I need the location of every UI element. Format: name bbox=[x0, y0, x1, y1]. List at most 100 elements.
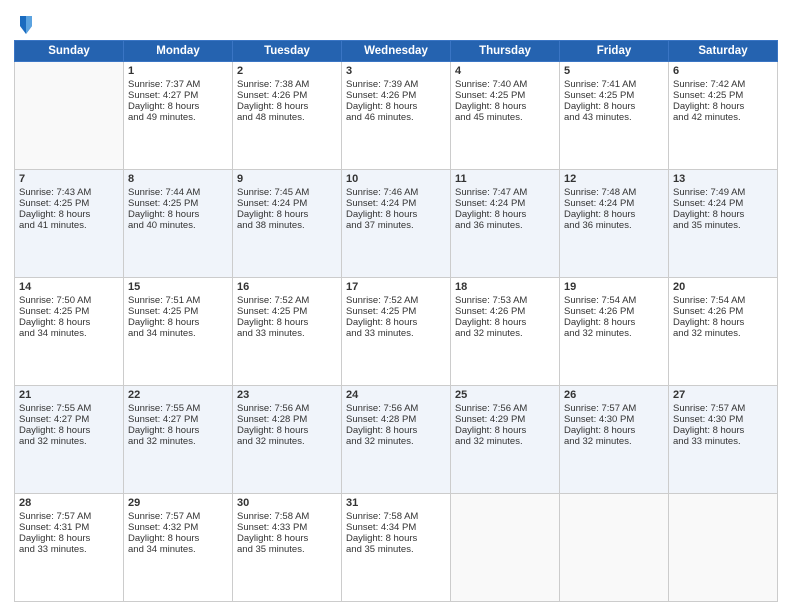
day-info-line: Sunrise: 7:57 AM bbox=[19, 511, 119, 522]
calendar-cell: 27Sunrise: 7:57 AMSunset: 4:30 PMDayligh… bbox=[669, 386, 778, 494]
header bbox=[14, 10, 778, 36]
day-info-line: Sunrise: 7:55 AM bbox=[19, 403, 119, 414]
day-info-line: Sunrise: 7:54 AM bbox=[564, 295, 664, 306]
day-info-line: Daylight: 8 hours bbox=[128, 209, 228, 220]
day-info-line: Daylight: 8 hours bbox=[128, 317, 228, 328]
calendar-cell: 6Sunrise: 7:42 AMSunset: 4:25 PMDaylight… bbox=[669, 62, 778, 170]
day-info-line: Daylight: 8 hours bbox=[237, 209, 337, 220]
weekday-header-wednesday: Wednesday bbox=[342, 41, 451, 62]
day-info-line: Sunset: 4:25 PM bbox=[128, 198, 228, 209]
day-number: 1 bbox=[128, 65, 228, 77]
day-number: 2 bbox=[237, 65, 337, 77]
calendar-cell: 28Sunrise: 7:57 AMSunset: 4:31 PMDayligh… bbox=[15, 494, 124, 602]
day-info-line: Sunset: 4:29 PM bbox=[455, 414, 555, 425]
day-info-line: Sunrise: 7:49 AM bbox=[673, 187, 773, 198]
day-number: 15 bbox=[128, 281, 228, 293]
day-info-line: Sunset: 4:26 PM bbox=[455, 306, 555, 317]
day-info-line: Sunrise: 7:52 AM bbox=[346, 295, 446, 306]
calendar-cell: 23Sunrise: 7:56 AMSunset: 4:28 PMDayligh… bbox=[233, 386, 342, 494]
day-info-line: Daylight: 8 hours bbox=[346, 317, 446, 328]
calendar-week-row: 14Sunrise: 7:50 AMSunset: 4:25 PMDayligh… bbox=[15, 278, 778, 386]
day-info-line: Sunset: 4:33 PM bbox=[237, 522, 337, 533]
calendar-cell bbox=[560, 494, 669, 602]
weekday-header-row: SundayMondayTuesdayWednesdayThursdayFrid… bbox=[15, 41, 778, 62]
day-info-line: and 34 minutes. bbox=[128, 328, 228, 339]
calendar-cell: 31Sunrise: 7:58 AMSunset: 4:34 PMDayligh… bbox=[342, 494, 451, 602]
day-info-line: and 35 minutes. bbox=[346, 544, 446, 555]
day-info-line: and 33 minutes. bbox=[237, 328, 337, 339]
day-info-line: Sunrise: 7:56 AM bbox=[346, 403, 446, 414]
day-info-line: Sunset: 4:28 PM bbox=[237, 414, 337, 425]
calendar-cell: 26Sunrise: 7:57 AMSunset: 4:30 PMDayligh… bbox=[560, 386, 669, 494]
day-number: 20 bbox=[673, 281, 773, 293]
day-info-line: Sunset: 4:34 PM bbox=[346, 522, 446, 533]
day-number: 30 bbox=[237, 497, 337, 509]
day-info-line: Daylight: 8 hours bbox=[346, 533, 446, 544]
day-info-line: Sunset: 4:26 PM bbox=[564, 306, 664, 317]
day-number: 23 bbox=[237, 389, 337, 401]
day-number: 26 bbox=[564, 389, 664, 401]
calendar-cell: 17Sunrise: 7:52 AMSunset: 4:25 PMDayligh… bbox=[342, 278, 451, 386]
day-info-line: Daylight: 8 hours bbox=[564, 425, 664, 436]
day-info-line: Daylight: 8 hours bbox=[237, 317, 337, 328]
day-info-line: and 32 minutes. bbox=[237, 436, 337, 447]
day-info-line: Sunrise: 7:53 AM bbox=[455, 295, 555, 306]
day-info-line: Sunset: 4:27 PM bbox=[128, 90, 228, 101]
day-number: 16 bbox=[237, 281, 337, 293]
logo-icon bbox=[16, 14, 34, 36]
day-info-line: Sunset: 4:25 PM bbox=[564, 90, 664, 101]
day-info-line: Sunset: 4:25 PM bbox=[237, 306, 337, 317]
day-info-line: and 32 minutes. bbox=[564, 328, 664, 339]
day-info-line: Sunrise: 7:57 AM bbox=[564, 403, 664, 414]
day-number: 9 bbox=[237, 173, 337, 185]
day-info-line: Daylight: 8 hours bbox=[673, 425, 773, 436]
day-info-line: Daylight: 8 hours bbox=[19, 317, 119, 328]
weekday-header-saturday: Saturday bbox=[669, 41, 778, 62]
day-info-line: Sunset: 4:26 PM bbox=[346, 90, 446, 101]
calendar-week-row: 1Sunrise: 7:37 AMSunset: 4:27 PMDaylight… bbox=[15, 62, 778, 170]
calendar-cell: 13Sunrise: 7:49 AMSunset: 4:24 PMDayligh… bbox=[669, 170, 778, 278]
calendar-cell: 22Sunrise: 7:55 AMSunset: 4:27 PMDayligh… bbox=[124, 386, 233, 494]
day-info-line: Sunrise: 7:43 AM bbox=[19, 187, 119, 198]
day-info-line: and 43 minutes. bbox=[564, 112, 664, 123]
day-info-line: Sunset: 4:25 PM bbox=[673, 90, 773, 101]
day-info-line: Sunset: 4:26 PM bbox=[673, 306, 773, 317]
day-info-line: Daylight: 8 hours bbox=[346, 101, 446, 112]
calendar-cell bbox=[15, 62, 124, 170]
day-info-line: and 33 minutes. bbox=[346, 328, 446, 339]
day-info-line: Sunrise: 7:57 AM bbox=[128, 511, 228, 522]
day-number: 27 bbox=[673, 389, 773, 401]
day-info-line: Daylight: 8 hours bbox=[128, 533, 228, 544]
day-number: 19 bbox=[564, 281, 664, 293]
day-info-line: Sunrise: 7:48 AM bbox=[564, 187, 664, 198]
day-info-line: and 45 minutes. bbox=[455, 112, 555, 123]
calendar-cell: 16Sunrise: 7:52 AMSunset: 4:25 PMDayligh… bbox=[233, 278, 342, 386]
day-info-line: Sunrise: 7:45 AM bbox=[237, 187, 337, 198]
day-info-line: Sunset: 4:27 PM bbox=[128, 414, 228, 425]
calendar-cell: 12Sunrise: 7:48 AMSunset: 4:24 PMDayligh… bbox=[560, 170, 669, 278]
day-info-line: Daylight: 8 hours bbox=[564, 317, 664, 328]
calendar-week-row: 7Sunrise: 7:43 AMSunset: 4:25 PMDaylight… bbox=[15, 170, 778, 278]
day-number: 7 bbox=[19, 173, 119, 185]
day-info-line: Sunset: 4:24 PM bbox=[237, 198, 337, 209]
calendar-cell: 25Sunrise: 7:56 AMSunset: 4:29 PMDayligh… bbox=[451, 386, 560, 494]
day-info-line: Sunrise: 7:57 AM bbox=[673, 403, 773, 414]
day-number: 28 bbox=[19, 497, 119, 509]
calendar-cell: 8Sunrise: 7:44 AMSunset: 4:25 PMDaylight… bbox=[124, 170, 233, 278]
calendar-cell: 24Sunrise: 7:56 AMSunset: 4:28 PMDayligh… bbox=[342, 386, 451, 494]
day-info-line: Sunrise: 7:55 AM bbox=[128, 403, 228, 414]
day-info-line: Sunrise: 7:58 AM bbox=[237, 511, 337, 522]
day-info-line: Daylight: 8 hours bbox=[673, 209, 773, 220]
day-info-line: and 35 minutes. bbox=[673, 220, 773, 231]
day-info-line: and 32 minutes. bbox=[455, 436, 555, 447]
day-info-line: and 46 minutes. bbox=[346, 112, 446, 123]
day-info-line: Sunrise: 7:41 AM bbox=[564, 79, 664, 90]
day-number: 17 bbox=[346, 281, 446, 293]
weekday-header-friday: Friday bbox=[560, 41, 669, 62]
day-info-line: and 48 minutes. bbox=[237, 112, 337, 123]
day-number: 24 bbox=[346, 389, 446, 401]
day-info-line: Sunset: 4:25 PM bbox=[455, 90, 555, 101]
day-number: 10 bbox=[346, 173, 446, 185]
calendar-cell: 10Sunrise: 7:46 AMSunset: 4:24 PMDayligh… bbox=[342, 170, 451, 278]
day-info-line: Daylight: 8 hours bbox=[19, 425, 119, 436]
